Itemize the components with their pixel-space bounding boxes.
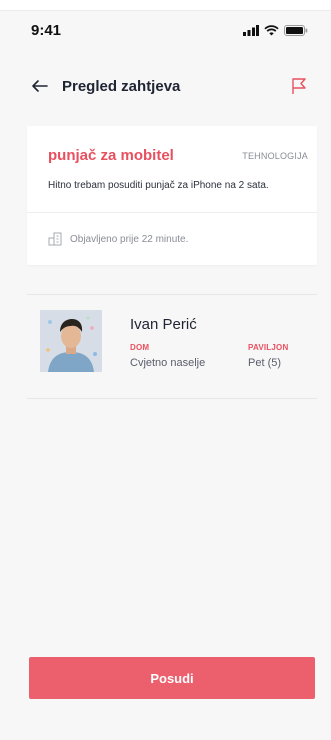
- request-item-name: punjač za mobitel: [48, 147, 174, 164]
- request-category: TEHNOLOGIJA: [242, 151, 308, 161]
- dom-value: Cvjetno naselje: [130, 357, 206, 369]
- signal-icon: [243, 25, 259, 36]
- building-icon: [48, 232, 62, 246]
- divider: [27, 294, 317, 295]
- borrow-button[interactable]: Posudi: [29, 657, 315, 699]
- dom-label: DOM: [130, 343, 150, 352]
- requester-row[interactable]: Ivan Perić DOM Cvjetno naselje PAVILJON …: [27, 296, 317, 386]
- status-time: 9:41: [31, 22, 62, 39]
- status-icons: [243, 25, 308, 36]
- posted-time: Objavljeno prije 22 minute.: [70, 233, 189, 245]
- pavilion-value: Pet (5): [248, 357, 282, 369]
- back-arrow-icon[interactable]: [30, 76, 50, 96]
- card-divider: [27, 212, 317, 213]
- avatar: [40, 310, 102, 372]
- wifi-icon: [264, 25, 279, 36]
- posted-time-row: Objavljeno prije 22 minute.: [48, 232, 188, 246]
- request-description: Hitno trebam posuditi punjač za iPhone n…: [48, 180, 269, 191]
- top-nav: Pregled zahtjeva: [0, 76, 331, 102]
- request-card: punjač za mobitel TEHNOLOGIJA Hitno treb…: [27, 126, 317, 265]
- page-title: Pregled zahtjeva: [62, 78, 181, 95]
- top-edge: [0, 0, 331, 11]
- flag-icon[interactable]: [291, 77, 307, 95]
- battery-icon: [284, 25, 308, 36]
- divider: [27, 398, 317, 399]
- requester-name: Ivan Perić: [130, 316, 197, 333]
- status-bar: 9:41: [0, 22, 331, 42]
- pavilion-label: PAVILJON: [248, 343, 289, 352]
